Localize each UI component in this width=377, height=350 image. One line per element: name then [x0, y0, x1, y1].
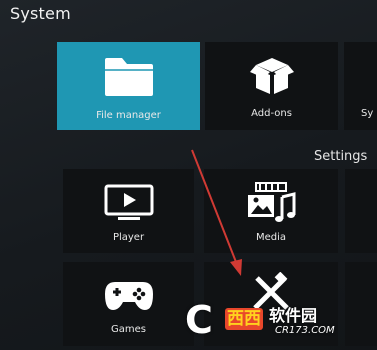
watermark: C 西西 软件园 CR173.COM — [185, 298, 375, 346]
watermark-letter: C — [185, 298, 213, 342]
tile-right-partial[interactable] — [345, 169, 377, 253]
section-label-settings: Settings — [314, 149, 368, 164]
tile-label: Add-ons — [251, 108, 292, 119]
tile-media[interactable]: Media — [204, 169, 338, 253]
tile-system-info[interactable]: Sy — [344, 42, 377, 130]
tile-player[interactable]: Player — [63, 169, 194, 253]
tile-file-manager[interactable]: File manager — [57, 42, 200, 130]
player-icon — [63, 184, 194, 224]
tile-label: Sy — [361, 108, 374, 119]
tile-label: Media — [255, 232, 287, 243]
tile-add-ons[interactable]: Add-ons — [205, 42, 338, 130]
tile-label: Player — [112, 232, 145, 243]
page-title: System — [10, 4, 71, 23]
watermark-domain: CR173.COM — [275, 325, 335, 336]
folder-icon — [57, 52, 200, 98]
media-icon — [204, 181, 338, 225]
box-icon — [205, 52, 338, 98]
watermark-site: 软件园 — [269, 306, 318, 325]
gamepad-icon — [63, 278, 194, 314]
watermark-logo: 西西 — [225, 308, 263, 330]
tile-label: File manager — [96, 110, 161, 121]
tile-games[interactable]: Games — [63, 262, 194, 346]
tile-label: Games — [111, 324, 146, 335]
